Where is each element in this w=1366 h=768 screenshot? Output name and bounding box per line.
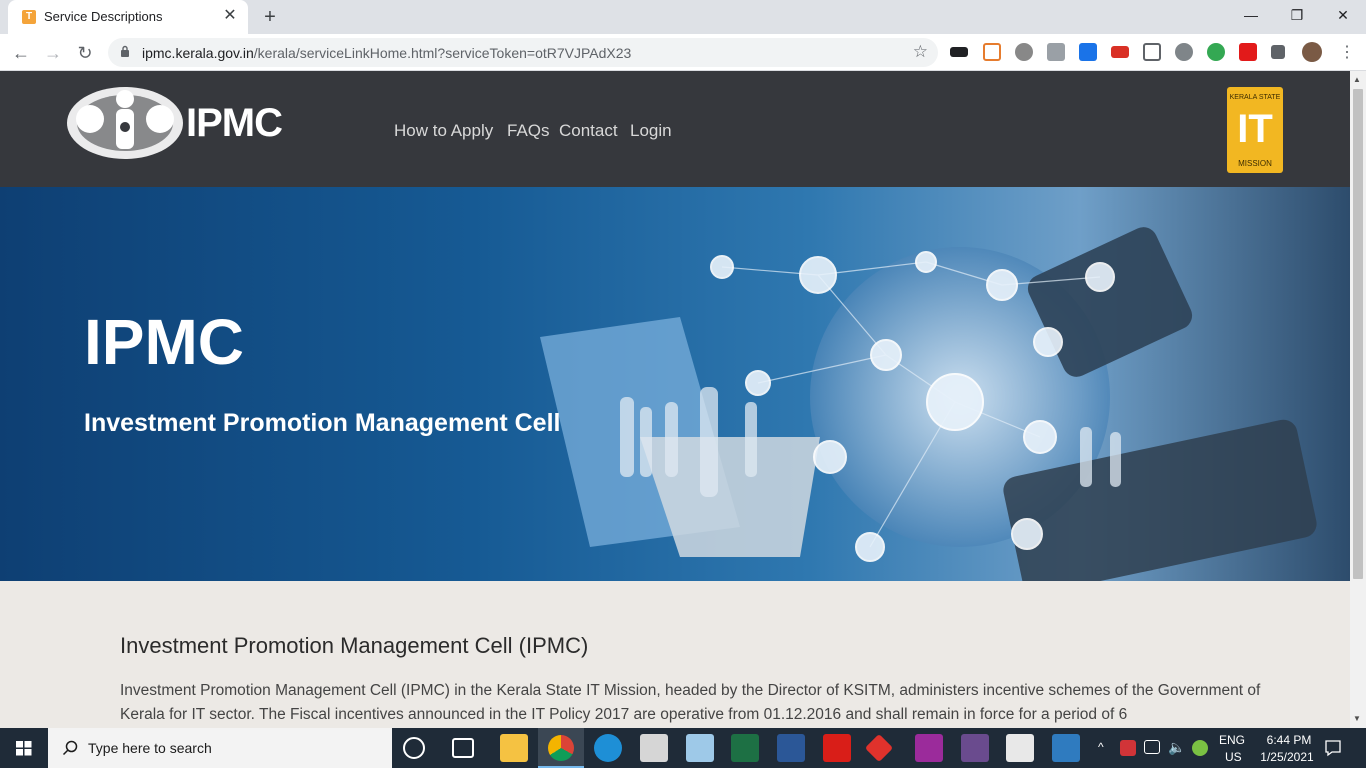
nav-how-to-apply[interactable]: How to Apply (394, 121, 493, 141)
kerala-it-mission-logo: KERALA STATE IT MISSION (1227, 87, 1283, 173)
ksitm-logo-top: KERALA STATE (1229, 94, 1281, 101)
excel-icon[interactable] (731, 734, 759, 762)
profile-avatar[interactable] (1302, 42, 1322, 62)
browser-tab[interactable]: T Service Descriptions ✕ (8, 0, 248, 34)
hero-title: IPMC (84, 306, 244, 378)
tray-app-icon[interactable] (1120, 740, 1136, 756)
scrollbar-thumb[interactable] (1353, 89, 1363, 579)
scroll-up-icon[interactable]: ▲ (1353, 75, 1361, 84)
restore-button[interactable]: ❐ (1274, 0, 1320, 30)
drive-extension-icon[interactable] (1207, 43, 1225, 61)
minimize-button[interactable]: — (1228, 0, 1274, 30)
scroll-down-icon[interactable]: ▼ (1353, 714, 1361, 723)
show-hidden-icons[interactable]: ^ (1098, 740, 1104, 754)
car-extension-icon[interactable] (1111, 46, 1129, 58)
puzzle-extensions-icon[interactable] (1271, 45, 1285, 59)
remote-desktop-icon[interactable] (1006, 734, 1034, 762)
content-paragraph: Investment Promotion Management Cell (IP… (120, 682, 1261, 723)
paint-icon[interactable] (640, 734, 668, 762)
back-button[interactable]: ← (8, 40, 34, 66)
browser-toolbar: ← → ↻ ipmc.kerala.gov.in/kerala/serviceL… (0, 34, 1366, 71)
kerala-emblem-icon (67, 87, 183, 159)
browser-tab-strip: T Service Descriptions ✕ + — ❐ ✕ (0, 0, 1366, 34)
globe-tray-icon[interactable] (1192, 740, 1208, 756)
search-icon (62, 740, 78, 756)
hero-banner: IPMC Investment Promotion Management Cel… (0, 187, 1350, 581)
url-path: /kerala/serviceLinkHome.html?serviceToke… (253, 45, 632, 61)
forward-button[interactable]: → (40, 40, 66, 66)
tab-title: Service Descriptions (44, 9, 163, 24)
web-page: IPMC How to Apply FAQs Contact Login KER… (0, 71, 1350, 728)
chrome-icon (548, 735, 574, 761)
tool-extension-icon[interactable] (1143, 43, 1161, 61)
network-icon[interactable] (1144, 740, 1160, 754)
ksitm-logo-mid: IT (1237, 107, 1273, 151)
clock-date[interactable]: 1/25/2021 (1255, 750, 1319, 764)
address-bar[interactable]: ipmc.kerala.gov.in/kerala/serviceLinkHom… (108, 38, 938, 67)
page-scrollbar[interactable]: ▲ ▼ (1350, 71, 1366, 728)
skype-extension-icon[interactable] (1175, 43, 1193, 61)
notification-center-icon[interactable] (1324, 739, 1342, 757)
ksitm-logo-bottom: MISSION (1238, 159, 1272, 168)
archive-app-icon[interactable] (961, 734, 989, 762)
notes-extension-icon[interactable] (983, 43, 1001, 61)
cortana-icon[interactable] (403, 737, 425, 759)
tab-close-icon[interactable]: ✕ (220, 6, 240, 26)
acrobat-icon[interactable] (823, 734, 851, 762)
language-bottom[interactable]: US (1225, 750, 1242, 764)
edge-icon[interactable] (594, 734, 622, 762)
monitor-extension-icon[interactable] (1079, 43, 1097, 61)
site-header: IPMC How to Apply FAQs Contact Login KER… (0, 71, 1350, 187)
photos-icon[interactable] (1052, 734, 1080, 762)
notepad-icon[interactable] (686, 734, 714, 762)
nav-login[interactable]: Login (630, 121, 672, 141)
nav-faqs[interactable]: FAQs (507, 121, 550, 141)
lock-icon (121, 45, 129, 57)
nav-contact[interactable]: Contact (559, 121, 618, 141)
site-logo-text[interactable]: IPMC (186, 101, 283, 146)
network-illustration (540, 227, 1317, 581)
windows-taskbar: Type here to search ^ 🔈 ENG US 6:44 PM 1… (0, 728, 1366, 768)
url-text: ipmc.kerala.gov.in/kerala/serviceLinkHom… (142, 45, 631, 61)
taskbar-search-box[interactable]: Type here to search (48, 728, 392, 768)
word-icon[interactable] (777, 734, 805, 762)
chrome-taskbar-button[interactable] (538, 728, 584, 768)
clock-time[interactable]: 6:44 PM (1259, 733, 1319, 747)
hero-subtitle: Investment Promotion Management Cell (84, 409, 561, 437)
reload-button[interactable]: ↻ (72, 40, 98, 66)
pdf-extension-icon[interactable] (1239, 43, 1257, 61)
task-view-icon[interactable] (452, 738, 474, 758)
media-app-icon[interactable] (915, 734, 943, 762)
volume-icon[interactable]: 🔈 (1168, 739, 1185, 756)
red-diamond-app-icon[interactable] (864, 733, 894, 763)
language-top[interactable]: ENG (1219, 733, 1245, 747)
more-menu-icon[interactable]: ⋮ (1334, 40, 1360, 66)
file-explorer-icon[interactable] (500, 734, 528, 762)
site-favicon-icon: T (22, 10, 36, 24)
new-tab-button[interactable]: + (258, 5, 282, 29)
bookmark-star-icon[interactable]: ☆ (913, 42, 928, 62)
content-section: Investment Promotion Management Cell (IP… (0, 581, 1350, 728)
windows-start-icon[interactable] (0, 728, 48, 768)
search-placeholder: Type here to search (88, 740, 212, 756)
content-heading: Investment Promotion Management Cell (IP… (120, 633, 589, 658)
close-window-button[interactable]: ✕ (1320, 0, 1366, 30)
keyboard-extension-icon[interactable] (950, 47, 968, 57)
gear-extension-icon[interactable] (1015, 43, 1033, 61)
screen-extension-icon[interactable] (1047, 43, 1065, 61)
url-host: ipmc.kerala.gov.in (142, 45, 254, 61)
